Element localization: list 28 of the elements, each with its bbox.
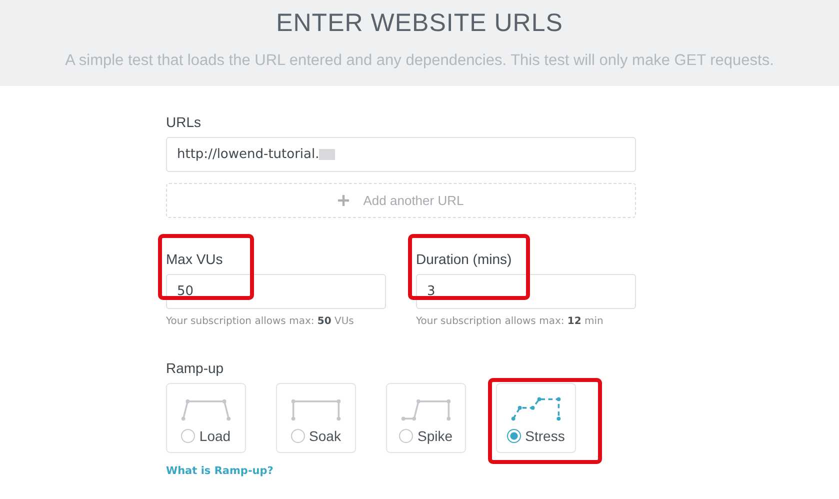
url-field[interactable]: http://lowend-tutorial.	[166, 137, 636, 172]
radio-button[interactable]	[507, 429, 522, 443]
ramp-chart-icon	[399, 397, 453, 423]
field-label: Max VUs	[166, 251, 224, 269]
ramp-option[interactable]: Spike	[386, 383, 466, 453]
ramp-chart-icon	[179, 397, 233, 423]
radio-button[interactable]	[291, 429, 306, 443]
field-label: Ramp-up	[166, 360, 225, 378]
number-field[interactable]: 3	[416, 274, 636, 309]
option-label: Spike	[417, 428, 453, 444]
plus-icon	[338, 195, 350, 206]
field-label: Duration (mins)	[416, 251, 513, 269]
number-field[interactable]: 50	[166, 274, 386, 309]
page-title: ENTER WEBSITE URLS	[276, 9, 563, 38]
option-label: Stress	[525, 428, 565, 444]
hint-text: Your subscription allows max: 12 min	[416, 316, 604, 327]
radio-button[interactable]	[399, 429, 414, 443]
option-label: Load	[199, 428, 231, 444]
ramp-chart-icon	[509, 397, 563, 423]
option-label: Soak	[309, 428, 341, 444]
ramp-option[interactable]: Stress	[496, 383, 576, 453]
ramp-option[interactable]: Load	[166, 383, 246, 453]
ramp-option[interactable]: Soak	[276, 383, 356, 453]
page-subtitle: A simple test that loads the URL entered and any dependencies. This test will only make GET requests.	[65, 52, 774, 70]
field-label: URLs	[166, 114, 202, 132]
ramp-chart-icon	[289, 397, 343, 423]
radio-button[interactable]	[181, 429, 196, 443]
hint-text: Your subscription allows max: 50 VUs	[166, 316, 355, 327]
